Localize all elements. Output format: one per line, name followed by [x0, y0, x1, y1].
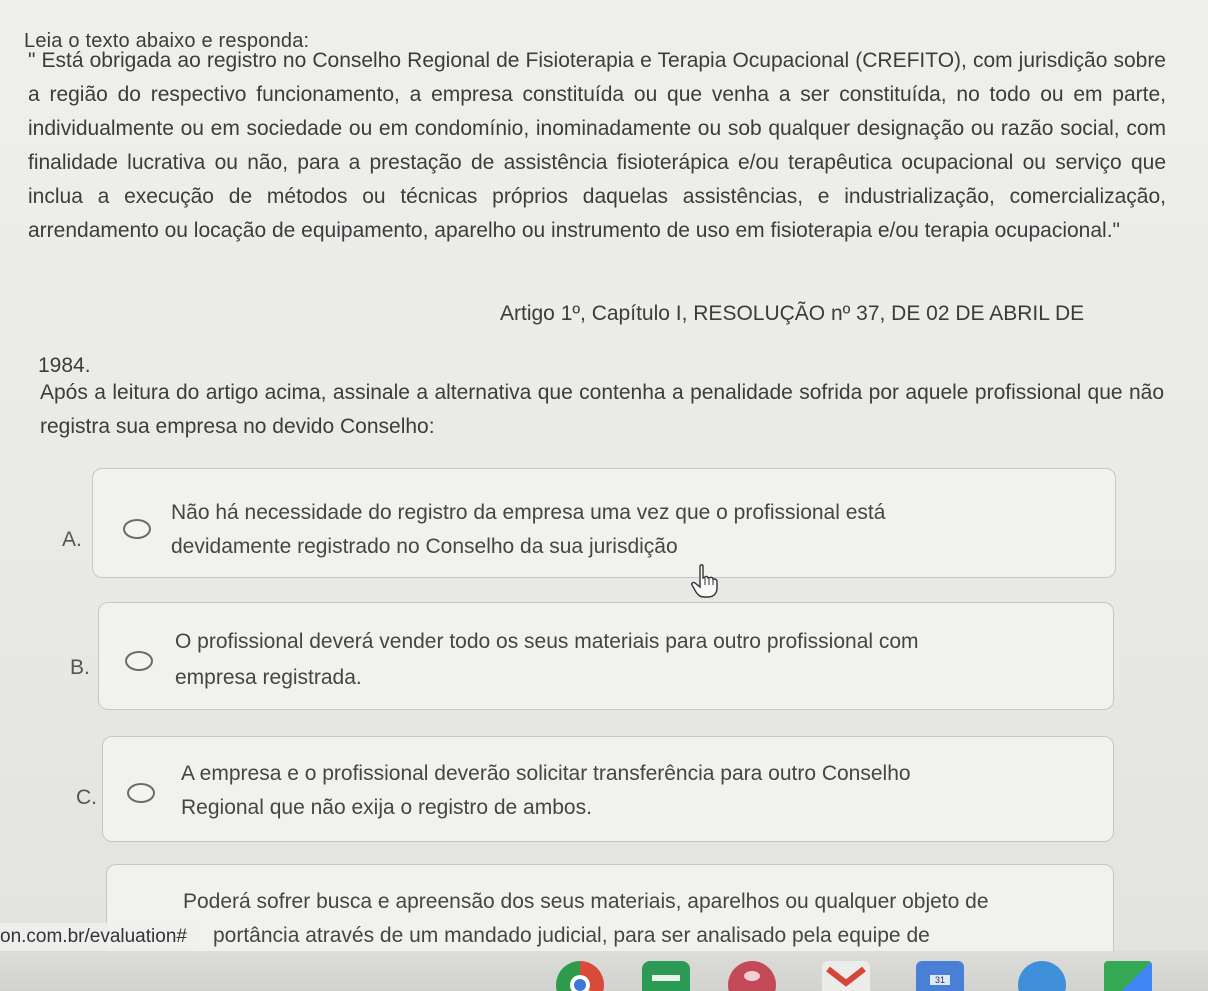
question-text: Após a leitura do artigo acima, assinale… [40, 381, 1164, 438]
option-a-letter: A. [62, 528, 82, 551]
option-a-card[interactable]: Não há necessidade do registro da empres… [92, 468, 1116, 578]
option-c-radio[interactable] [127, 783, 155, 803]
option-c-card[interactable]: A empresa e o profissional deverão solic… [102, 736, 1114, 842]
option-b-line-1: O profissional deverá vender todo os seu… [175, 630, 919, 653]
option-b-letter: B. [70, 656, 90, 679]
quoted-article: " Está obrigada ao registro no Conselho … [28, 49, 1166, 242]
citation-year: 1984. [38, 354, 91, 377]
option-b-line-2: empresa registrada. [175, 666, 362, 689]
evaluation-page: Leia o texto abaixo e responda: " Está o… [0, 0, 1208, 991]
article-citation: Artigo 1º, Capítulo I, RESOLUÇÃO nº 37, … [500, 302, 1085, 325]
photos-icon[interactable] [728, 961, 776, 991]
option-a-line-1: Não há necessidade do registro da empres… [171, 501, 886, 524]
option-c-line-2: Regional que não exija o registro de amb… [181, 796, 592, 819]
option-d-line-1: Poderá sofrer busca e apreensão dos seus… [183, 890, 989, 913]
option-d-line-2: portância através de um mandado judicial… [213, 924, 930, 947]
option-b-radio[interactable] [125, 651, 153, 671]
option-b-card[interactable]: O profissional deverá vender todo os seu… [98, 602, 1114, 710]
classroom-icon[interactable] [642, 961, 690, 991]
hand-cursor-icon [691, 564, 718, 598]
files-icon[interactable] [1018, 961, 1066, 991]
calendar-icon[interactable]: 31 [916, 961, 964, 991]
option-c-line-1: A empresa e o profissional deverão solic… [181, 762, 911, 785]
option-a-radio[interactable] [123, 519, 151, 539]
gmail-icon[interactable] [822, 961, 870, 991]
status-url: on.com.br/evaluation# [0, 923, 193, 951]
taskbar: 31 [0, 951, 1208, 991]
option-a-line-2: devidamente registrado no Conselho da su… [171, 535, 678, 558]
chrome-icon[interactable] [556, 961, 604, 991]
option-c-letter: C. [76, 786, 97, 809]
play-store-icon[interactable] [1104, 961, 1152, 991]
